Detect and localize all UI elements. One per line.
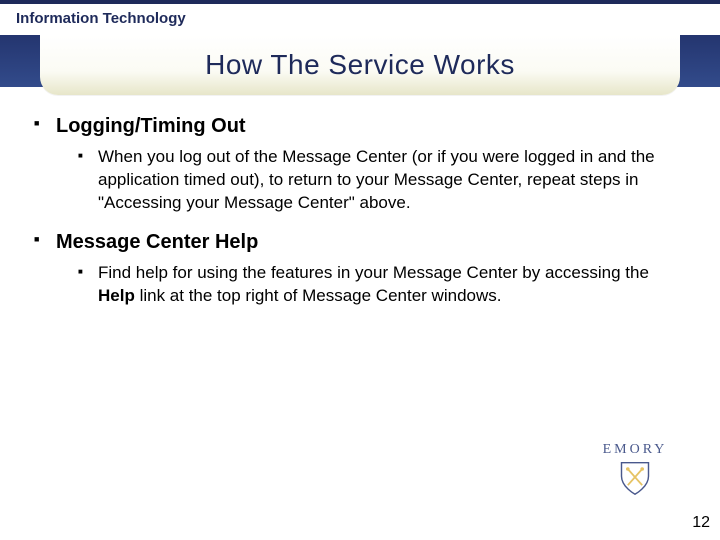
emory-logo: EMORY: [580, 442, 690, 496]
department-label: Information Technology: [0, 4, 720, 35]
text-bold: Help: [98, 286, 135, 305]
slide-title: How The Service Works: [205, 49, 515, 81]
text-prefix: Find help for using the features in your…: [98, 263, 649, 282]
page-number: 12: [692, 514, 710, 532]
text-suffix: link at the top right of Message Center …: [135, 286, 502, 305]
bullet-text: When you log out of the Message Center (…: [98, 147, 655, 212]
title-band: How The Service Works: [0, 35, 720, 95]
title-panel: How The Service Works: [40, 35, 680, 95]
emory-wordmark: EMORY: [603, 442, 668, 458]
section-message-center-help: Message Center Help Find help for using …: [34, 229, 686, 308]
section-heading: Logging/Timing Out: [56, 113, 686, 140]
shield-icon: [616, 460, 654, 496]
section-heading: Message Center Help: [56, 229, 686, 256]
content-area: Logging/Timing Out When you log out of t…: [0, 113, 720, 308]
bullet-item: Find help for using the features in your…: [56, 262, 686, 308]
section-logging-timing-out: Logging/Timing Out When you log out of t…: [34, 113, 686, 215]
bullet-text: Find help for using the features in your…: [98, 263, 649, 305]
bullet-item: When you log out of the Message Center (…: [56, 146, 686, 215]
